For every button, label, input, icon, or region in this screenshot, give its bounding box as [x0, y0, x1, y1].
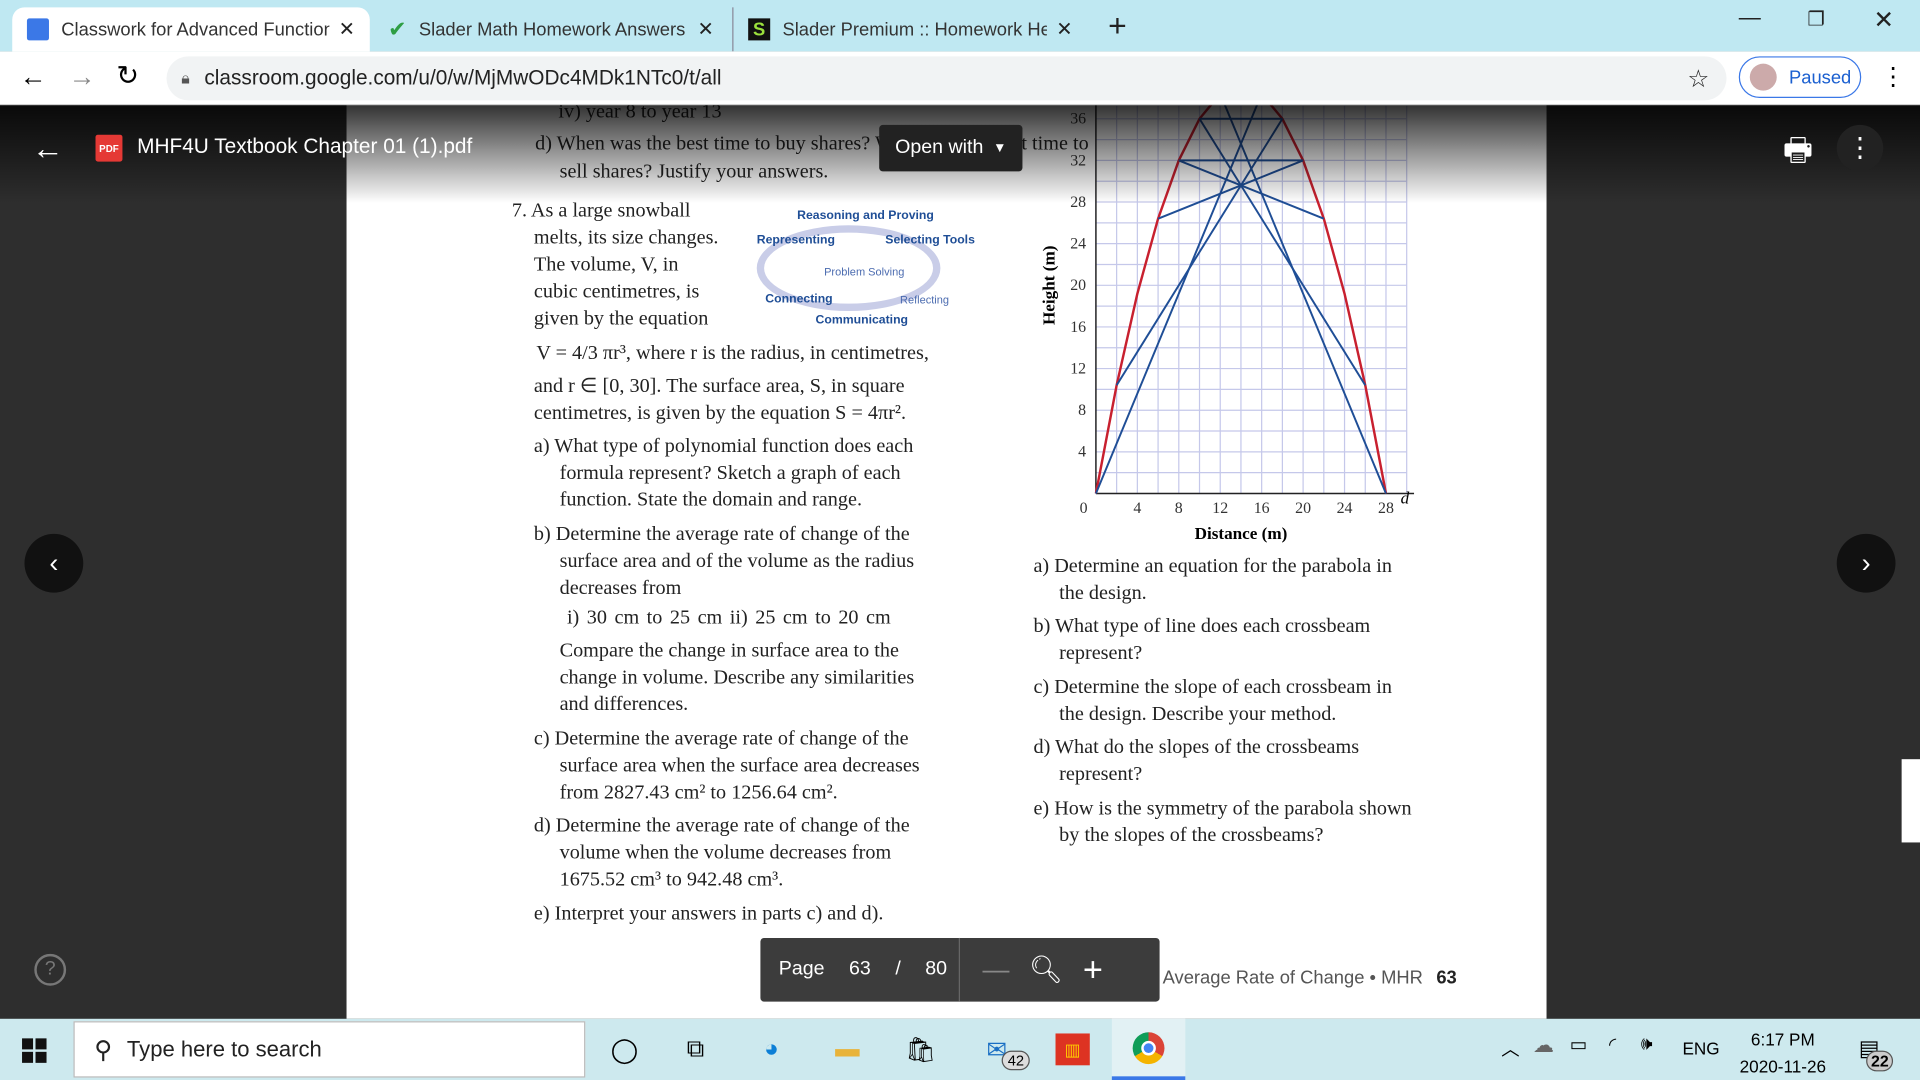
- y-tick-label: 32: [1070, 152, 1086, 169]
- x-tick-label: 0: [1080, 500, 1088, 517]
- menu-icon[interactable]: ⋮: [1881, 61, 1905, 92]
- print-icon[interactable]: 🖶: [1783, 127, 1813, 181]
- restore-button[interactable]: ❐: [1807, 7, 1825, 31]
- tab-classwork[interactable]: Classwork for Advanced Functions ✕: [12, 7, 370, 52]
- zoom-out-button[interactable]: —: [983, 954, 1010, 986]
- onedrive-icon[interactable]: ☁: [1533, 1033, 1554, 1057]
- tab-bar: Classwork for Advanced Functions ✕ ✔ Sla…: [0, 0, 1920, 52]
- x-tick-label: 16: [1254, 500, 1270, 517]
- edge-icon[interactable]: ◕: [754, 1033, 788, 1065]
- slader-s-icon: S: [748, 18, 771, 41]
- close-tab-icon[interactable]: ✕: [1056, 17, 1072, 41]
- caret-down-icon: ▼: [993, 140, 1007, 156]
- zoom-in-button[interactable]: +: [1083, 950, 1103, 989]
- lock-icon: 🔒︎: [181, 68, 190, 87]
- x-tick-label: 8: [1175, 500, 1183, 517]
- x-tick-label: 12: [1212, 500, 1228, 517]
- close-window-button[interactable]: ✕: [1873, 5, 1894, 36]
- language-indicator[interactable]: ENG: [1682, 1038, 1719, 1058]
- reload-icon[interactable]: ↻: [116, 60, 139, 92]
- x-tick-label: 4: [1133, 500, 1141, 517]
- y-tick-label: 16: [1070, 319, 1086, 336]
- profile-button[interactable]: Paused: [1738, 56, 1862, 98]
- open-with-button[interactable]: Open with ▼: [879, 124, 1023, 172]
- next-file-button[interactable]: ›: [1836, 533, 1896, 593]
- y-tick-label: 28: [1070, 194, 1086, 211]
- chrome-taskbar-button[interactable]: [1111, 1018, 1186, 1080]
- previous-file-button[interactable]: ‹: [24, 533, 84, 593]
- mail-badge: 42: [1001, 1050, 1031, 1071]
- show-hidden-icons[interactable]: ︿: [1501, 1036, 1519, 1062]
- search-icon: ⚲: [94, 1036, 113, 1064]
- office-app-icon[interactable]: ▥: [1055, 1033, 1090, 1066]
- page-number-input[interactable]: 63: [849, 959, 871, 981]
- wifi-icon[interactable]: ◜: [1609, 1033, 1616, 1056]
- x-axis-variable: d: [1401, 488, 1410, 507]
- x-tick-label: 24: [1337, 500, 1353, 517]
- tab-slader-answers[interactable]: ✔ Slader Math Homework Answers ✕: [373, 7, 728, 51]
- clock[interactable]: 6:17 PM 2020-11-26: [1736, 1026, 1829, 1080]
- pdf-page: iv) year 8 to year 13 d) When was the be…: [346, 105, 1547, 1019]
- y-axis-label: Height (m): [1039, 246, 1058, 325]
- star-icon[interactable]: ☆: [1687, 63, 1709, 94]
- y-tick-label: 12: [1070, 360, 1086, 377]
- close-tab-icon[interactable]: ✕: [339, 17, 355, 41]
- windows-start-icon[interactable]: [22, 1038, 47, 1063]
- url-bar[interactable]: 🔒︎ classroom.google.com/u/0/w/MjMwODc4MD…: [166, 56, 1727, 101]
- y-tick-label: 20: [1070, 277, 1086, 294]
- scrollbar-thumb[interactable]: [1901, 759, 1920, 843]
- page-controls: Page 63 / 80 — 🔍︎ +: [760, 937, 1160, 1002]
- file-name: MHF4U Textbook Chapter 01 (1).pdf: [137, 134, 473, 158]
- page-number: 63: [1436, 967, 1457, 989]
- x-tick-label: 28: [1378, 500, 1394, 517]
- x-tick-label: 20: [1295, 500, 1311, 517]
- taskbar-search-input[interactable]: ⚲ Type here to search: [73, 1021, 586, 1078]
- pdf-viewer: iv) year 8 to year 13 d) When was the be…: [0, 105, 1920, 1019]
- new-tab-button[interactable]: +: [1108, 7, 1127, 45]
- minimize-button[interactable]: —: [1739, 5, 1761, 31]
- forward-icon[interactable]: →: [69, 61, 96, 93]
- check-icon: ✔: [388, 16, 407, 42]
- process-wheel: Reasoning and Proving Representing Selec…: [756, 209, 975, 327]
- y-tick-label: 4: [1078, 444, 1086, 461]
- zoom-icon[interactable]: 🔍︎: [1029, 954, 1063, 986]
- file-explorer-icon[interactable]: ▬: [830, 1033, 864, 1065]
- parabola-crossbeam-chart: 0 4 8 12 16 20 24 28 4 8 12 16 20 24 28 32 36 d Distance (…: [1039, 105, 1415, 543]
- y-tick-label: 24: [1070, 236, 1086, 253]
- store-icon[interactable]: 🛍︎: [904, 1033, 938, 1065]
- battery-icon[interactable]: ▭: [1570, 1033, 1587, 1056]
- y-tick-label: 8: [1078, 402, 1086, 419]
- pdf-file-icon: PDF: [95, 134, 123, 162]
- back-arrow-icon[interactable]: ←: [32, 130, 64, 168]
- avatar: [1749, 63, 1777, 91]
- back-icon[interactable]: ←: [20, 61, 47, 93]
- google-classroom-icon: [26, 18, 49, 41]
- notification-count: 22: [1866, 1050, 1894, 1072]
- x-axis-label: Distance (m): [1195, 524, 1288, 543]
- volume-icon[interactable]: 🕪︎: [1641, 1033, 1653, 1054]
- taskbar: ⚲ Type here to search ◯ ⧉ ◕ ▬ 🛍︎ ✉ 42 ▥ …: [0, 1018, 1920, 1080]
- cortana-icon[interactable]: ◯: [607, 1033, 641, 1065]
- address-bar-row: ← → ↻ 🔒︎ classroom.google.com/u/0/w/MjMw…: [0, 51, 1920, 106]
- more-options-icon[interactable]: ⋮: [1836, 124, 1884, 172]
- close-tab-icon[interactable]: ✕: [697, 17, 713, 41]
- y-tick-label: 36: [1070, 111, 1086, 128]
- task-view-icon[interactable]: ⧉: [678, 1033, 712, 1065]
- help-icon[interactable]: ?: [34, 953, 67, 986]
- tab-slader-premium[interactable]: S Slader Premium :: Homework Help ✕: [732, 7, 1087, 52]
